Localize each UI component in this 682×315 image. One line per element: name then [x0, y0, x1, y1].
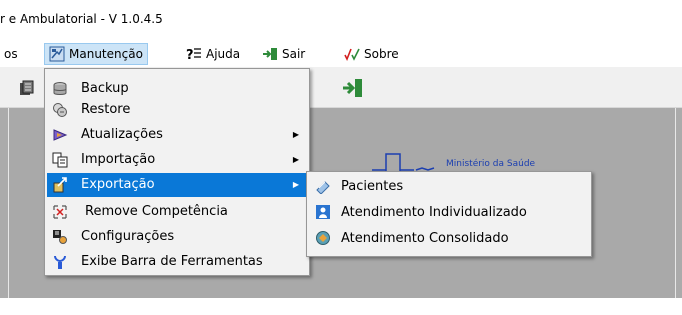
menu-bar: os Manutenção ? Ajuda Sair Sobre	[0, 41, 682, 67]
menu-item-manutencao[interactable]: Manutenção	[44, 43, 148, 65]
toolbar-exit-icon[interactable]	[342, 77, 364, 99]
menu-label-manutencao: Manutenção	[69, 47, 143, 61]
patients-icon	[315, 178, 331, 195]
submenu-option-pacientes[interactable]: Pacientes	[309, 174, 589, 199]
toolbar-icon	[52, 254, 68, 270]
individual-care-icon	[315, 204, 331, 220]
menu-option-label: Remove Competência	[85, 204, 228, 219]
menu-option-label: Importação	[81, 152, 156, 167]
menu-option-label: Exibe Barra de Ferramentas	[81, 254, 263, 269]
status-strip	[0, 298, 682, 315]
updates-icon	[52, 127, 68, 143]
settings-icon	[52, 229, 68, 245]
toolbar-files-icon[interactable]	[18, 79, 36, 97]
menu-item-os[interactable]: os	[0, 43, 22, 65]
menu-option-exibe-barra[interactable]: Exibe Barra de Ferramentas	[47, 250, 307, 274]
menu-item-sobre[interactable]: Sobre	[340, 43, 403, 65]
help-icon: ?	[186, 46, 202, 62]
menu-option-label: Configurações	[81, 229, 175, 244]
ministry-logo-text: Ministério da Saúde	[446, 159, 536, 169]
maintenance-dropdown-menu: Backup Restore Atualizações ▶ Importação…	[44, 68, 310, 276]
submenu-option-label: Atendimento Consolidado	[341, 231, 509, 246]
menu-option-remove-competencia[interactable]: Remove Competência	[47, 200, 307, 224]
exit-icon	[262, 46, 278, 62]
submenu-option-label: Atendimento Individualizado	[341, 205, 527, 220]
consolidated-care-icon	[315, 230, 331, 246]
menu-option-restore[interactable]: Restore	[47, 98, 307, 122]
svg-text:?: ?	[186, 48, 194, 62]
export-submenu: Pacientes Atendimento Individualizado At…	[306, 171, 592, 257]
maintenance-icon	[49, 46, 65, 62]
submenu-arrow-icon: ▶	[292, 130, 299, 139]
submenu-option-atendimento-consolidado[interactable]: Atendimento Consolidado	[309, 226, 589, 251]
menu-option-importacao[interactable]: Importação ▶	[47, 148, 307, 172]
remove-icon	[52, 204, 68, 220]
submenu-option-atendimento-individualizado[interactable]: Atendimento Individualizado	[309, 200, 589, 225]
import-icon	[52, 152, 68, 168]
about-checkmarks-icon	[344, 46, 360, 62]
export-icon	[52, 177, 68, 193]
menu-option-label: Atualizações	[81, 127, 163, 142]
submenu-option-label: Pacientes	[341, 179, 404, 194]
menu-option-exportacao[interactable]: Exportação ▶	[47, 173, 307, 197]
menu-label-ajuda: Ajuda	[206, 47, 241, 61]
menu-item-ajuda[interactable]: ? Ajuda	[182, 43, 244, 65]
menu-label-sobre: Sobre	[364, 47, 399, 61]
menu-option-configuracoes[interactable]: Configurações	[47, 225, 307, 249]
menu-item-sair[interactable]: Sair	[258, 43, 309, 65]
menu-option-label: Restore	[81, 102, 131, 117]
menu-label-os: os	[4, 47, 18, 61]
menu-label-sair: Sair	[282, 47, 306, 61]
database-icon	[52, 81, 68, 97]
menu-option-label: Exportação	[81, 177, 155, 192]
submenu-arrow-icon: ▶	[292, 180, 299, 189]
restore-icon	[52, 102, 68, 118]
submenu-arrow-icon: ▶	[292, 155, 299, 164]
menu-option-atualizacoes[interactable]: Atualizações ▶	[47, 123, 307, 147]
window-title: r e Ambulatorial - V 1.0.4.5	[0, 12, 163, 26]
